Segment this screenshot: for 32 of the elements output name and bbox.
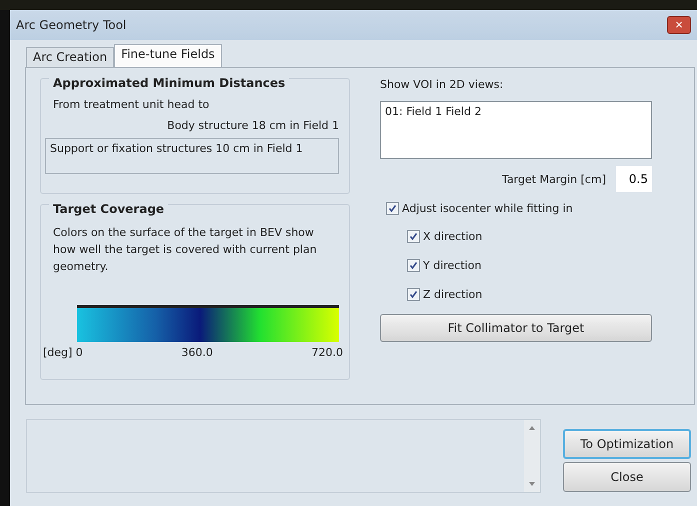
- scale-label: 360.0: [181, 346, 213, 359]
- field-label: Target Margin [cm]: [502, 172, 606, 186]
- checkbox[interactable]: [407, 230, 420, 243]
- margin-field[interactable]: 0.5: [616, 166, 652, 192]
- scale-label: [deg] 0: [43, 346, 83, 359]
- description-text: Colors on the surface of the target in BEV show how well the target is covered with current plan geometry.: [53, 225, 318, 275]
- checkbox[interactable]: [407, 288, 420, 301]
- fit-button[interactable]: Fit Collimator to Target: [380, 314, 652, 342]
- dialog-button[interactable]: Close: [563, 462, 691, 492]
- voi-list[interactable]: 01: Field 1 Field 2: [380, 101, 652, 159]
- group-title: Approximated Minimum Distances: [49, 76, 290, 90]
- close-button[interactable]: ×: [667, 16, 691, 34]
- scroll-up-icon[interactable]: [529, 426, 535, 430]
- tab[interactable]: Fine-tune Fields: [114, 44, 222, 67]
- distance-text: Body structure 18 cm in Field 1: [166, 119, 339, 132]
- window-title: Arc Geometry Tool: [16, 18, 126, 32]
- scale-label: 720.0: [312, 346, 343, 359]
- checkbox-label: Adjust isocenter while fitting in: [402, 202, 573, 215]
- checkbox-label: X direction: [423, 230, 482, 243]
- tab[interactable]: Arc Creation: [26, 47, 114, 67]
- distance-text: Support or fixation structures 10 cm in Field 1: [45, 138, 339, 174]
- list-item[interactable]: 01: Field 1 Field 2: [385, 105, 482, 118]
- intro-text: From treatment unit head to: [53, 98, 210, 111]
- checkbox[interactable]: [407, 259, 420, 272]
- field-label: Show VOI in 2D views:: [380, 78, 504, 91]
- group-title: Target Coverage: [49, 202, 168, 216]
- checkbox-label: Z direction: [423, 288, 482, 301]
- dialog-button[interactable]: To Optimization: [563, 429, 691, 459]
- checkbox-label: Y direction: [423, 259, 482, 272]
- checkbox[interactable]: [386, 202, 399, 215]
- scrollbar[interactable]: [524, 420, 540, 492]
- scroll-down-icon[interactable]: [529, 482, 535, 486]
